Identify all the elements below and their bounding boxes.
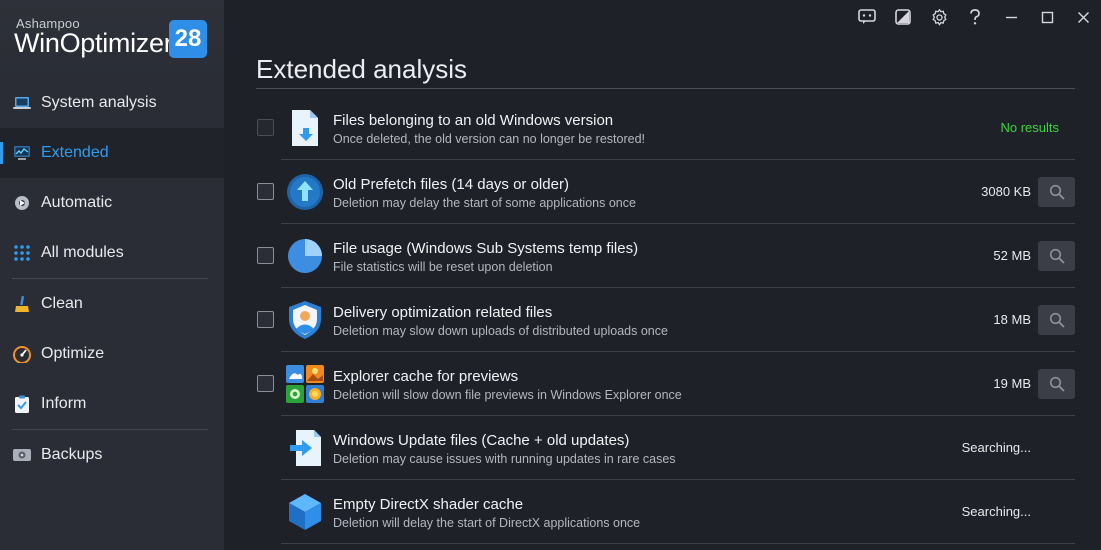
item-size: 18 MB: [993, 312, 1031, 327]
item-title: Delivery optimization related files: [333, 304, 553, 321]
close-icon[interactable]: [1065, 0, 1101, 34]
magnifier-icon: [1049, 248, 1065, 264]
sidebar-item-optimize[interactable]: Optimize: [0, 329, 224, 379]
item-checkbox[interactable]: [257, 247, 274, 264]
item-size: 52 MB: [993, 248, 1031, 263]
brand-version-badge: 28: [169, 20, 207, 58]
preview-tiles-icon: [285, 364, 325, 404]
magnifier-icon: [1049, 376, 1065, 392]
backup-drive-icon: [12, 445, 32, 465]
sidebar-item-inform[interactable]: Inform: [0, 379, 224, 429]
sidebar-item-label: Automatic: [41, 194, 113, 211]
item-status: No results: [1000, 120, 1059, 135]
item-description: Deletion will slow down file previews in…: [333, 388, 682, 402]
item-checkbox[interactable]: [257, 375, 274, 392]
item-checkbox[interactable]: [257, 119, 274, 136]
list-item[interactable]: Explorer cache for previews Deletion wil…: [257, 352, 1075, 416]
item-description: Deletion will delay the start of DirectX…: [333, 516, 641, 530]
item-search-button[interactable]: [1038, 369, 1075, 399]
item-size: 19 MB: [993, 376, 1031, 391]
item-title: Explorer cache for previews: [333, 368, 519, 385]
list-item[interactable]: File usage (Windows Sub Systems temp fil…: [257, 224, 1075, 288]
brand-product: WinOptimizer: [14, 28, 173, 58]
item-description: File statistics will be reset upon delet…: [333, 260, 553, 274]
item-checkbox[interactable]: [257, 183, 274, 200]
page-title: Extended analysis: [256, 54, 468, 84]
sidebar-item-label: Inform: [41, 395, 87, 412]
item-search-button[interactable]: [1038, 305, 1075, 335]
directx-cube-icon: [285, 492, 325, 532]
magnifier-icon: [1049, 184, 1065, 200]
list-item[interactable]: Files belonging to an old Windows versio…: [257, 96, 1075, 160]
list-item[interactable]: Windows Update files (Cache + old update…: [281, 416, 1075, 480]
sidebar: Ashampoo WinOptimizer 28 System analysis…: [0, 0, 224, 550]
sidebar-item-label: Extended: [41, 144, 109, 161]
item-title: Files belonging to an old Windows versio…: [333, 112, 614, 129]
settings-gear-icon[interactable]: [921, 0, 957, 34]
item-status: Searching...: [961, 440, 1031, 455]
sidebar-item-label: Clean: [41, 295, 83, 312]
item-description: Deletion may delay the start of some app…: [333, 196, 636, 210]
item-title: Empty DirectX shader cache: [333, 496, 524, 513]
list-item[interactable]: Old Prefetch files (14 days or older) De…: [257, 160, 1075, 224]
feedback-icon[interactable]: [849, 0, 885, 34]
sidebar-item-label: Backups: [41, 446, 103, 463]
clipboard-icon: [12, 394, 32, 414]
item-checkbox[interactable]: [257, 311, 274, 328]
maximize-icon[interactable]: [1029, 0, 1065, 34]
item-title: Windows Update files (Cache + old update…: [333, 432, 630, 449]
help-icon[interactable]: [957, 0, 993, 34]
item-status: Searching...: [961, 504, 1031, 519]
sidebar-item-label: System analysis: [41, 94, 157, 111]
sidebar-item-system-analysis[interactable]: System analysis: [0, 78, 224, 128]
window-titlebar: [849, 0, 1101, 34]
sidebar-item-clean[interactable]: Clean: [0, 279, 224, 329]
sidebar-item-backups[interactable]: Backups: [0, 430, 224, 480]
automatic-gear-icon: [12, 193, 32, 213]
monitor-chart-icon: [12, 143, 32, 163]
item-size: 3080 KB: [981, 184, 1031, 199]
item-description: Deletion may slow down uploads of distri…: [333, 324, 668, 338]
item-search-button[interactable]: [1038, 177, 1075, 207]
skin-icon[interactable]: [885, 0, 921, 34]
sidebar-item-all-modules[interactable]: All modules: [0, 228, 224, 278]
sidebar-item-extended[interactable]: Extended: [0, 128, 224, 178]
magnifier-icon: [1049, 312, 1065, 328]
sidebar-item-label: Optimize: [41, 345, 105, 362]
windows-update-icon: [285, 428, 325, 468]
app-logo: Ashampoo WinOptimizer 28: [0, 0, 224, 78]
list-item[interactable]: Empty DirectX shader cache Deletion will…: [281, 480, 1075, 544]
item-title: Old Prefetch files (14 days or older): [333, 176, 569, 193]
title-divider: [256, 88, 1075, 89]
pie-chart-icon: [285, 236, 325, 276]
item-description: Once deleted, the old version can no lon…: [333, 132, 646, 146]
windows-file-icon: [285, 108, 325, 148]
broom-icon: [12, 294, 32, 314]
sidebar-item-label: All modules: [41, 244, 124, 261]
item-title: File usage (Windows Sub Systems temp fil…: [333, 240, 639, 257]
user-shield-icon: [285, 300, 325, 340]
laptop-icon: [12, 93, 32, 113]
list-item[interactable]: Delivery optimization related files Dele…: [257, 288, 1075, 352]
item-description: Deletion may cause issues with running u…: [333, 452, 676, 466]
minimize-icon[interactable]: [993, 0, 1029, 34]
prefetch-arrow-icon: [285, 172, 325, 212]
sidebar-item-automatic[interactable]: Automatic: [0, 178, 224, 228]
sidebar-nav: System analysis Extended Automatic All m…: [0, 78, 224, 480]
speedometer-icon: [12, 344, 32, 364]
item-search-button[interactable]: [1038, 241, 1075, 271]
grid-dots-icon: [12, 243, 32, 263]
analysis-list: Files belonging to an old Windows versio…: [256, 96, 1075, 544]
